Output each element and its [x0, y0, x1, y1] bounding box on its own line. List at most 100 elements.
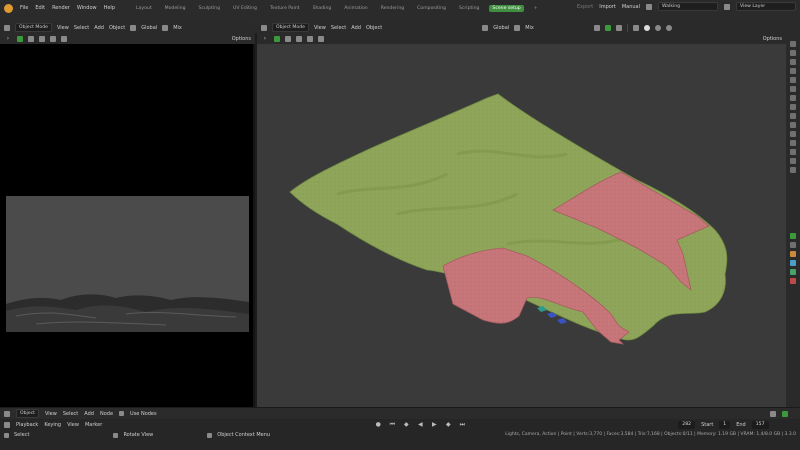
output-tab-icon[interactable]: [790, 59, 796, 65]
menu-help[interactable]: Help: [104, 5, 115, 11]
select-mode-3-icon[interactable]: [307, 35, 313, 42]
select-mode-2-icon[interactable]: [296, 35, 302, 42]
tool-tab-icon[interactable]: [790, 41, 796, 47]
menu-render[interactable]: Render: [52, 5, 70, 11]
next-keyframe-icon[interactable]: ◆: [444, 421, 452, 429]
tab-sculpting[interactable]: Sculpting: [196, 5, 223, 12]
select-mode-2-icon[interactable]: [39, 35, 45, 42]
left-menu-select[interactable]: Select: [74, 25, 89, 31]
overlay-toggle-icon[interactable]: [782, 410, 788, 417]
material-shading-icon[interactable]: [654, 24, 661, 31]
tab-icon-e[interactable]: [790, 278, 796, 284]
render-tab-icon[interactable]: [790, 50, 796, 56]
tab-icon-d[interactable]: [790, 269, 796, 275]
left-menu-view[interactable]: View: [57, 25, 69, 31]
select-box-icon[interactable]: [274, 35, 280, 42]
manual-button[interactable]: Manual: [622, 4, 640, 10]
active-tab-icon[interactable]: [790, 233, 796, 239]
right-options[interactable]: Options: [763, 36, 782, 42]
node-menu-select[interactable]: Select: [63, 411, 78, 417]
overlay-icon[interactable]: [615, 24, 622, 31]
transform-icon[interactable]: [482, 24, 489, 31]
right-menu-view[interactable]: View: [314, 25, 326, 31]
scene-selector[interactable]: Walking: [658, 2, 718, 11]
node-menu-node[interactable]: Node: [100, 411, 113, 417]
right-mode-select[interactable]: Object Mode: [272, 23, 309, 32]
left-orientation[interactable]: Global: [141, 25, 157, 31]
playback-menu[interactable]: Playback: [16, 422, 38, 428]
visibility-icon[interactable]: [593, 24, 600, 31]
camera-viewport[interactable]: [0, 44, 255, 407]
texture-tab-icon[interactable]: [790, 167, 796, 173]
right-menu-add[interactable]: Add: [351, 25, 361, 31]
left-snap[interactable]: Mix: [173, 25, 182, 31]
toolbar-toggle-icon[interactable]: ›: [4, 35, 12, 43]
xray-icon[interactable]: [632, 24, 639, 31]
collection-tab-icon[interactable]: [790, 95, 796, 101]
jump-start-icon[interactable]: ⏮: [388, 421, 396, 429]
tab-rendering[interactable]: Rendering: [378, 5, 407, 12]
tab-animation[interactable]: Animation: [341, 5, 370, 12]
snap-icon[interactable]: [514, 24, 521, 31]
modifier-tab-icon[interactable]: [790, 113, 796, 119]
3d-viewport[interactable]: [257, 44, 786, 407]
left-menu-object[interactable]: Object: [109, 25, 125, 31]
particles-tab-icon[interactable]: [790, 122, 796, 128]
tab-uv-editing[interactable]: UV Editing: [230, 5, 260, 12]
record-icon[interactable]: ●: [374, 421, 382, 429]
play-reverse-icon[interactable]: ◀: [416, 421, 424, 429]
scene-tab-icon[interactable]: [790, 77, 796, 83]
transform-icon[interactable]: [130, 24, 137, 31]
menu-edit[interactable]: Edit: [35, 5, 45, 11]
end-frame-field[interactable]: 157: [751, 420, 769, 429]
gizmo-icon[interactable]: [604, 24, 611, 31]
world-tab-icon[interactable]: [790, 86, 796, 92]
tab-scripting[interactable]: Scripting: [456, 5, 482, 12]
select-mode-3-icon[interactable]: [50, 35, 56, 42]
select-mode-1-icon[interactable]: [285, 35, 291, 42]
blender-logo-icon[interactable]: [4, 3, 13, 13]
rendered-shading-icon[interactable]: [665, 24, 672, 31]
view-layer-selector[interactable]: View Layer: [736, 2, 796, 11]
editor-type-icon[interactable]: [4, 24, 10, 31]
import-button[interactable]: Import: [599, 4, 616, 10]
physics-tab-icon[interactable]: [790, 131, 796, 137]
tab-compositing[interactable]: Compositing: [414, 5, 449, 12]
left-menu-add[interactable]: Add: [94, 25, 104, 31]
select-mode-4-icon[interactable]: [61, 35, 67, 42]
view-layer-tab-icon[interactable]: [790, 68, 796, 74]
timeline-editor-icon[interactable]: [4, 421, 10, 428]
start-frame-field[interactable]: 1: [719, 420, 731, 429]
jump-end-icon[interactable]: ⏭: [458, 421, 466, 429]
tab-layout[interactable]: Layout: [133, 5, 155, 12]
right-orientation[interactable]: Global: [493, 25, 509, 31]
editor-type-icon[interactable]: [4, 410, 10, 417]
constraints-tab-icon[interactable]: [790, 140, 796, 146]
add-workspace-icon[interactable]: +: [531, 5, 541, 12]
tab-scene-setup[interactable]: Scene setup: [489, 4, 524, 12]
toolbar-toggle-icon[interactable]: ›: [261, 35, 269, 43]
tab-icon-b[interactable]: [790, 251, 796, 257]
left-mode-select[interactable]: Object Mode: [15, 23, 52, 32]
tab-shading[interactable]: Shading: [310, 5, 335, 12]
material-tab-icon[interactable]: [790, 158, 796, 164]
snap-icon[interactable]: [162, 24, 169, 31]
timeline-view-menu[interactable]: View: [67, 422, 79, 428]
select-mode-4-icon[interactable]: [318, 35, 324, 42]
data-tab-icon[interactable]: [790, 149, 796, 155]
object-tab-icon[interactable]: [790, 104, 796, 110]
right-menu-select[interactable]: Select: [331, 25, 346, 31]
menu-window[interactable]: Window: [77, 5, 97, 11]
left-options[interactable]: Options: [232, 36, 251, 42]
node-menu-add[interactable]: Add: [84, 411, 94, 417]
select-mode-1-icon[interactable]: [28, 35, 34, 42]
use-nodes-checkbox[interactable]: [119, 411, 125, 416]
tab-modeling[interactable]: Modeling: [162, 5, 189, 12]
export-button[interactable]: Export: [577, 4, 593, 10]
select-box-icon[interactable]: [17, 35, 23, 42]
current-frame-field[interactable]: 282: [678, 420, 696, 429]
solid-shading-icon[interactable]: [643, 24, 650, 31]
right-snap[interactable]: Mix: [525, 25, 534, 31]
editor-type-icon[interactable]: [261, 24, 267, 31]
play-icon[interactable]: ▶: [430, 421, 438, 429]
